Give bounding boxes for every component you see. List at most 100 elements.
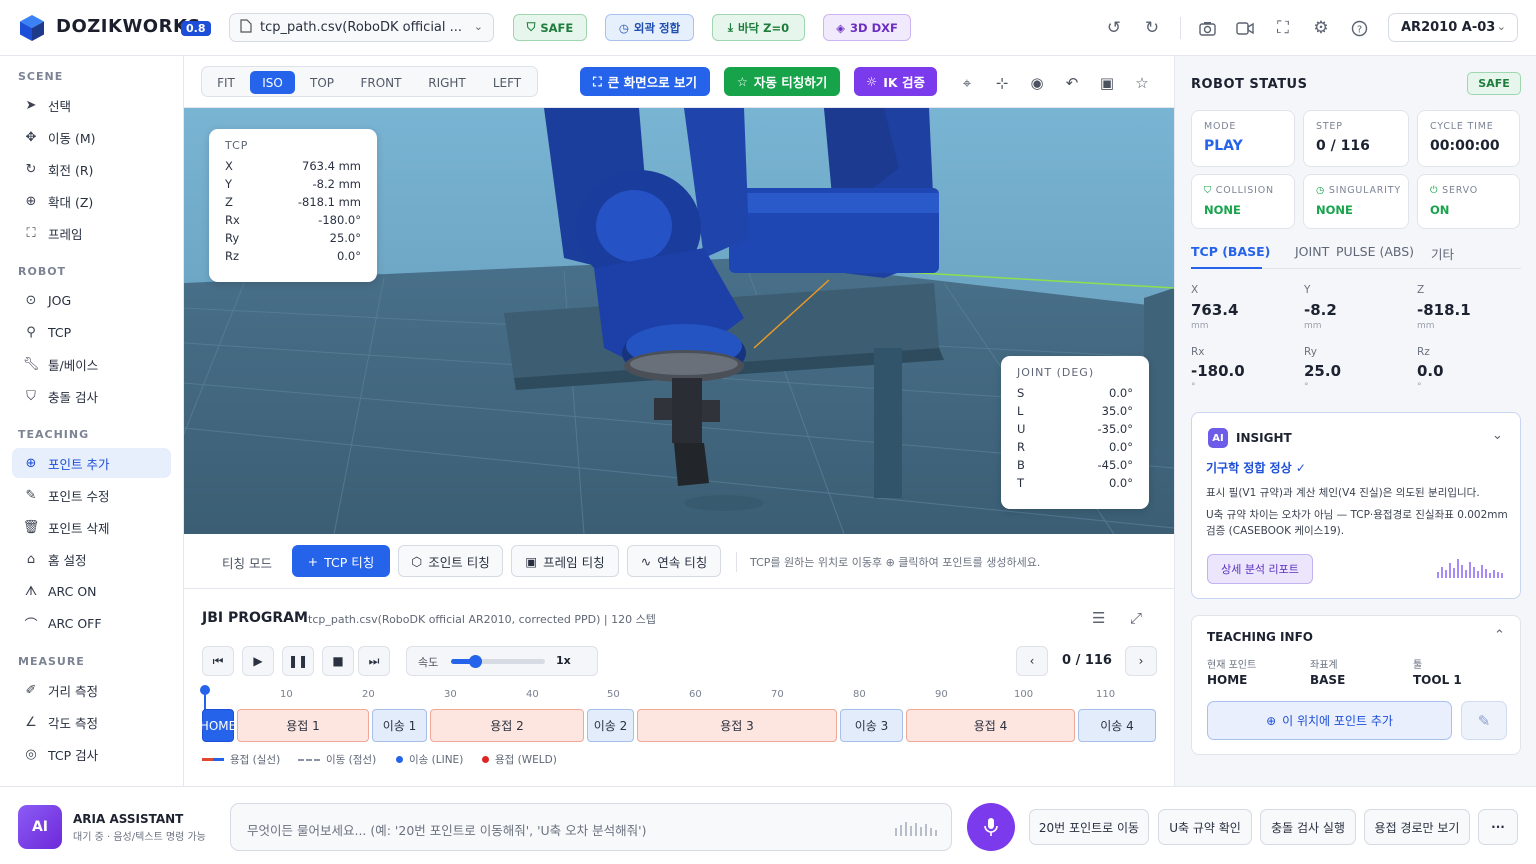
view-left-button[interactable]: LEFT — [480, 71, 534, 94]
gear-icon[interactable]: ⚙ — [1310, 17, 1332, 39]
sidebar-item-move[interactable]: ✥ 이동 (M) — [12, 122, 171, 152]
undo-icon[interactable]: ↶ — [1063, 74, 1081, 92]
fullscreen-view-button[interactable]: ⛶ 큰 화면으로 보기 — [580, 67, 710, 96]
sidebar-item-edit-point[interactable]: ✎ 포인트 수정 — [12, 480, 171, 510]
continuous-teach-button[interactable]: ∿ 연속 티칭 — [627, 545, 721, 577]
sidebar-item-tcp[interactable]: ⚲ TCP — [12, 317, 171, 347]
plus-icon: + — [307, 553, 319, 569]
quick-move-point-button[interactable]: 20번 포인트로 이동 — [1029, 809, 1149, 845]
sidebar-item-distance[interactable]: ✐ 거리 측정 — [12, 675, 171, 705]
sidebar-item-tcp-check[interactable]: ◎ TCP 검사 — [12, 739, 171, 769]
timeline-segment-move[interactable]: 이송 2 — [587, 709, 634, 742]
tcp-row: Y -8.2 mm — [225, 175, 361, 193]
sidebar-item-jog[interactable]: ⊙ JOG — [12, 285, 171, 315]
camera-icon[interactable] — [1196, 17, 1218, 39]
tcp-teach-button[interactable]: + TCP 티칭 — [292, 545, 390, 577]
add-point-here-button[interactable]: ⊕ 이 위치에 포인트 추가 — [1207, 701, 1452, 740]
dxf-badge[interactable]: ◈ 3D DXF — [823, 14, 911, 41]
tab-pulse[interactable]: PULSE (ABS) — [1336, 244, 1414, 259]
edit-button[interactable]: ✎ — [1461, 701, 1507, 740]
timeline-segment-move[interactable]: 이송 3 — [840, 709, 903, 742]
target-icon[interactable]: ⊹ — [993, 74, 1011, 92]
camera-icon[interactable]: ▣ — [1098, 74, 1116, 92]
sidebar-item-zoom[interactable]: ⊕ 확대 (Z) — [12, 186, 171, 216]
sidebar-item-rotate[interactable]: ↻ 회전 (R) — [12, 154, 171, 184]
insight-card: AI INSIGHT ⌄ 기구학 정합 정상 ✓ 표시 필(V1 규약)과 계산… — [1191, 412, 1521, 599]
auto-teach-button[interactable]: ☆ 자동 티칭하기 — [724, 67, 840, 96]
video-icon[interactable] — [1234, 17, 1256, 39]
sidebar-item-collision[interactable]: ⛉ 충돌 검사 — [12, 381, 171, 411]
skip-forward-button[interactable]: ⏭︎ — [358, 646, 390, 676]
timeline-segment-move[interactable]: 이송 4 — [1078, 709, 1156, 742]
view-front-button[interactable]: FRONT — [348, 71, 414, 94]
speed-slider-thumb[interactable] — [469, 655, 483, 668]
timeline-cursor-knob[interactable] — [200, 685, 210, 695]
timeline-segment-weld[interactable]: 용접 3 — [637, 709, 837, 742]
expand-icon[interactable]: ⛶ — [1272, 17, 1294, 39]
tab-joint[interactable]: JOINT — [1295, 244, 1329, 259]
redo-icon[interactable]: ↻ — [1141, 17, 1163, 39]
more-button[interactable]: ··· — [1478, 809, 1518, 845]
sidebar-item-angle[interactable]: ∠ 각도 측정 — [12, 707, 171, 737]
detail-report-button[interactable]: 상세 분석 리포트 — [1207, 554, 1313, 584]
expand-icon[interactable]: ⤢ — [1130, 609, 1142, 627]
eye-icon[interactable]: ◉ — [1028, 74, 1046, 92]
view-right-button[interactable]: RIGHT — [418, 71, 476, 94]
skip-back-button[interactable]: ⏮︎ — [202, 646, 234, 676]
sidebar-item-select[interactable]: ➤ 선택 — [12, 90, 171, 120]
view-top-button[interactable]: TOP — [300, 71, 344, 94]
legend-label: 용접 (WELD) — [495, 754, 557, 766]
sidebar-item-arc-off[interactable]: ⌒ ARC OFF — [12, 608, 171, 638]
view-iso-button[interactable]: ISO — [250, 71, 295, 94]
timeline-segment-home[interactable]: HOME — [200, 709, 236, 742]
axis-icon[interactable]: ⌖ — [958, 74, 976, 92]
help-icon[interactable]: ? — [1348, 17, 1370, 39]
tab-etc[interactable]: 기타 — [1431, 244, 1454, 263]
list-icon[interactable]: ☰ — [1092, 609, 1105, 627]
sidebar-item-arc-on[interactable]: ᗑ ARC ON — [12, 576, 171, 606]
expand-icon: ⛶ — [593, 73, 602, 89]
sidebar-item-label: ARC ON — [48, 583, 97, 599]
chevron-up-icon[interactable]: ⌃ — [1494, 628, 1505, 643]
timeline-segment-weld[interactable]: 용접 2 — [430, 709, 584, 742]
3d-viewport[interactable]: FIT ISO TOP FRONT RIGHT LEFT ⛶ 큰 화면으로 보기 … — [184, 56, 1174, 534]
assistant-input-placeholder: 무엇이든 물어보세요... (예: '20번 포인트로 이동해줘', 'U축 오… — [247, 823, 647, 838]
sidebar-item-delete-point[interactable]: 🗑︎ 포인트 삭제 — [12, 512, 171, 542]
assistant-input[interactable]: 무엇이든 물어보세요... (예: '20번 포인트로 이동해줘', 'U축 오… — [230, 803, 952, 851]
view-fit-button[interactable]: FIT — [206, 71, 246, 94]
undo-icon[interactable]: ↺ — [1103, 17, 1125, 39]
next-step-button[interactable]: › — [1125, 646, 1157, 676]
sidebar-item-frame[interactable]: ⛶ 프레임 — [12, 218, 171, 248]
timeline-segment-weld[interactable]: 용접 4 — [906, 709, 1075, 742]
star-icon[interactable]: ☆ — [1133, 74, 1151, 92]
robot-select[interactable]: AR2010 A-03 ⌄ — [1388, 13, 1518, 42]
pause-button[interactable]: ❚❚ — [282, 646, 314, 676]
tab-tcp-base[interactable]: TCP (BASE) — [1191, 244, 1270, 259]
insight-title: INSIGHT — [1236, 431, 1292, 445]
prev-step-button[interactable]: ‹ — [1016, 646, 1048, 676]
speed-slider[interactable] — [451, 655, 545, 668]
quick-u-axis-button[interactable]: U축 규약 확인 — [1158, 809, 1252, 845]
frame-teach-button[interactable]: ▣ 프레임 티칭 — [511, 545, 619, 577]
sidebar-item-tool-base[interactable]: 🔧︎ 툴/베이스 — [12, 349, 171, 379]
quick-collision-button[interactable]: 충돌 검사 실행 — [1260, 809, 1356, 845]
stop-button[interactable]: ■ — [322, 646, 354, 676]
ik-verify-button[interactable]: ☼ IK 검증 — [854, 67, 937, 96]
quick-weld-path-button[interactable]: 용접 경로만 보기 — [1364, 809, 1470, 845]
file-select[interactable]: tcp_path.csv(RoboDK official ... ⌄ — [229, 13, 494, 42]
coord-value: 0.0 — [1417, 362, 1444, 380]
sidebar-item-home[interactable]: ⌂ 홈 설정 — [12, 544, 171, 574]
timeline-segment-move[interactable]: 이송 1 — [372, 709, 427, 742]
joint-teach-button[interactable]: ⬡ 조인트 티칭 — [398, 545, 503, 577]
coord-align-badge[interactable]: ◷ 외곽 정합 — [605, 14, 694, 41]
joint-row: U -35.0° — [1017, 420, 1133, 438]
sidebar-item-add-point[interactable]: ⊕ 포인트 추가 — [12, 448, 171, 478]
play-button[interactable]: ▶ — [242, 646, 274, 676]
program-subtitle: tcp_path.csv(RoboDK official AR2010, cor… — [308, 613, 656, 626]
mic-button[interactable] — [967, 803, 1015, 851]
chevron-down-icon[interactable]: ⌄ — [1492, 428, 1503, 443]
floor-badge[interactable]: ⤓ 바닥 Z=0 — [712, 14, 805, 41]
file-name: tcp_path.csv(RoboDK official ... — [260, 20, 463, 35]
safe-badge[interactable]: ⛉ SAFE — [513, 14, 587, 41]
timeline-segment-weld[interactable]: 용접 1 — [237, 709, 369, 742]
